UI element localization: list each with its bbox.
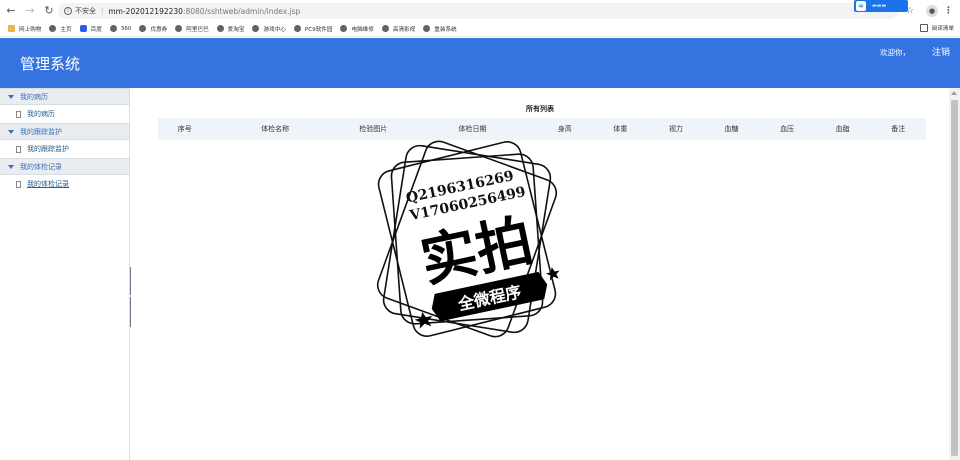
bookmark-label: 高清影视 [392,26,416,33]
sidebar-group-label: 我的体检记录 [20,162,62,171]
sidebar-group-label: 我的跟踪监护 [20,127,62,136]
sidebar-item-label: 我的体检记录 [27,180,69,188]
extension-badge[interactable]: ∞ ▬▬▬ [854,0,908,12]
document-icon [16,180,21,188]
bookmark-item[interactable]: 主页 [49,25,72,33]
bookmark-item[interactable]: 阿里巴巴 [175,25,209,33]
bookmark-label: 网上购物 [19,26,42,33]
reading-list-label: 阅读清单 [931,26,954,32]
column-header: 体检日期 [458,125,487,133]
bookmarks-bar: 网上购物 主页 百度 360 优惠券 阿里巴巴 爱淘宝 游戏中心 PC9软件园 … [0,21,960,37]
profile-icon[interactable]: ● [926,5,938,17]
bookmark-label: 游戏中心 [263,26,286,33]
bookmark-item[interactable]: 游戏中心 [252,25,286,33]
document-icon [16,145,21,153]
main-content: 所有列表 序号 体检名称 检验图片 体检日期 身高 体重 视力 血糖 血压 血脂… [131,88,949,460]
sidebar-item-label: 我的病历 [27,110,55,118]
sidebar-group-medical-records[interactable]: 我的病历 [0,88,129,105]
table-header: 序号 体检名称 检验图片 体检日期 身高 体重 视力 血糖 血压 血脂 备注 [158,118,926,140]
sidebar-item-checkup-records[interactable]: 我的体检记录 [0,175,129,193]
url-host: mm-202012192230 [108,6,183,16]
bookmark-label: 主页 [60,26,72,33]
baidu-icon [79,25,87,32]
bookmark-item[interactable]: 优惠券 [139,25,167,33]
globe-icon [423,25,431,32]
reload-icon[interactable]: ↻ [41,3,57,19]
browser-toolbar: ← → ↻ i 不安全 | mm-202012192230 :8080/ssht… [0,0,960,21]
bookmark-item[interactable]: 爱淘宝 [216,25,245,33]
bookmark-label: 阿里巴巴 [186,26,209,33]
globe-icon [109,25,117,32]
globe-icon [175,25,183,32]
folder-icon [8,25,15,32]
bookmark-label: 百度 [90,26,102,33]
column-header: 身高 [557,125,572,133]
sidebar-group-label: 我的病历 [20,92,48,101]
sidebar-item-label: 我的跟踪监护 [27,145,69,153]
column-header: 血糖 [724,125,739,133]
bookmark-label: 重装系统 [434,26,457,33]
bookmark-item[interactable]: 360 [109,25,132,32]
column-header: 血压 [780,125,795,133]
forward-icon[interactable]: → [22,3,38,19]
collapse-triangle-icon [8,94,14,99]
address-bar[interactable]: i 不安全 | mm-202012192230 :8080/sshtweb/ad… [58,3,898,19]
bookmark-label: 爱淘宝 [227,26,245,33]
info-icon[interactable]: i [64,7,72,15]
app-title: 管理系统 [20,55,81,73]
extension-logo-icon: ∞ [856,1,866,11]
url-path: :8080/sshtweb/admin/index.jsp [182,6,301,16]
column-header: 视力 [668,125,683,133]
document-icon [16,110,21,118]
sidebar-item-medical-records[interactable]: 我的病历 [0,105,129,123]
scroll-thumb[interactable] [951,100,958,456]
bookmark-label: 电脑维修 [351,26,374,33]
logout-link[interactable]: 注销 [932,45,950,58]
bookmark-item[interactable]: 高清影视 [381,25,416,33]
column-header: 备注 [891,125,906,133]
bookmark-label: 360 [120,25,132,32]
column-header: 序号 [177,125,192,133]
bookmark-item[interactable]: 网上购物 [8,25,41,33]
column-header: 血脂 [835,125,850,133]
column-header: 检验图片 [359,125,388,133]
globe-icon [381,25,389,32]
bookmark-star-icon[interactable]: ☆ [906,4,914,18]
extension-text-icon: ▬▬▬ [872,3,887,9]
scroll-up-arrow-icon[interactable] [951,91,957,95]
back-icon[interactable]: ← [3,3,19,19]
globe-icon [293,25,301,32]
sidebar-group-checkup-records[interactable]: 我的体检记录 [0,158,129,175]
vertical-scrollbar[interactable] [949,88,960,460]
collapse-triangle-icon [8,164,14,169]
bookmark-item[interactable]: 百度 [79,25,102,33]
bookmark-item[interactable]: PC9软件园 [293,25,333,33]
sidebar: 我的病历 我的病历 我的跟踪监护 我的跟踪监护 我的体检记录 我的体检记录 [0,88,130,460]
column-header: 体检名称 [261,125,290,133]
globe-icon [252,25,260,32]
collapse-triangle-icon [8,129,14,134]
browser-menu-icon[interactable]: ⋮ [944,4,953,18]
bookmark-item[interactable]: 电脑维修 [340,25,374,33]
sidebar-group-monitoring[interactable]: 我的跟踪监护 [0,123,129,140]
url-separator: | [101,7,104,15]
globe-icon [139,25,147,32]
reading-list-button[interactable]: 阅读清单 [919,24,954,32]
app-header: 管理系统 欢迎你， 注销 [0,38,960,88]
globe-icon [49,25,57,32]
bookmark-item[interactable]: 重装系统 [423,25,457,33]
reading-list-icon [919,24,928,32]
bookmark-label: 优惠券 [150,26,168,33]
sidebar-item-monitoring[interactable]: 我的跟踪监护 [0,140,129,158]
bookmark-label: PC9软件园 [304,26,333,33]
column-header: 体重 [613,125,628,133]
insecure-label: 不安全 [75,7,96,15]
list-title: 所有列表 [526,105,554,113]
globe-icon [340,25,348,32]
welcome-text: 欢迎你， [880,48,910,57]
globe-icon [216,25,224,32]
